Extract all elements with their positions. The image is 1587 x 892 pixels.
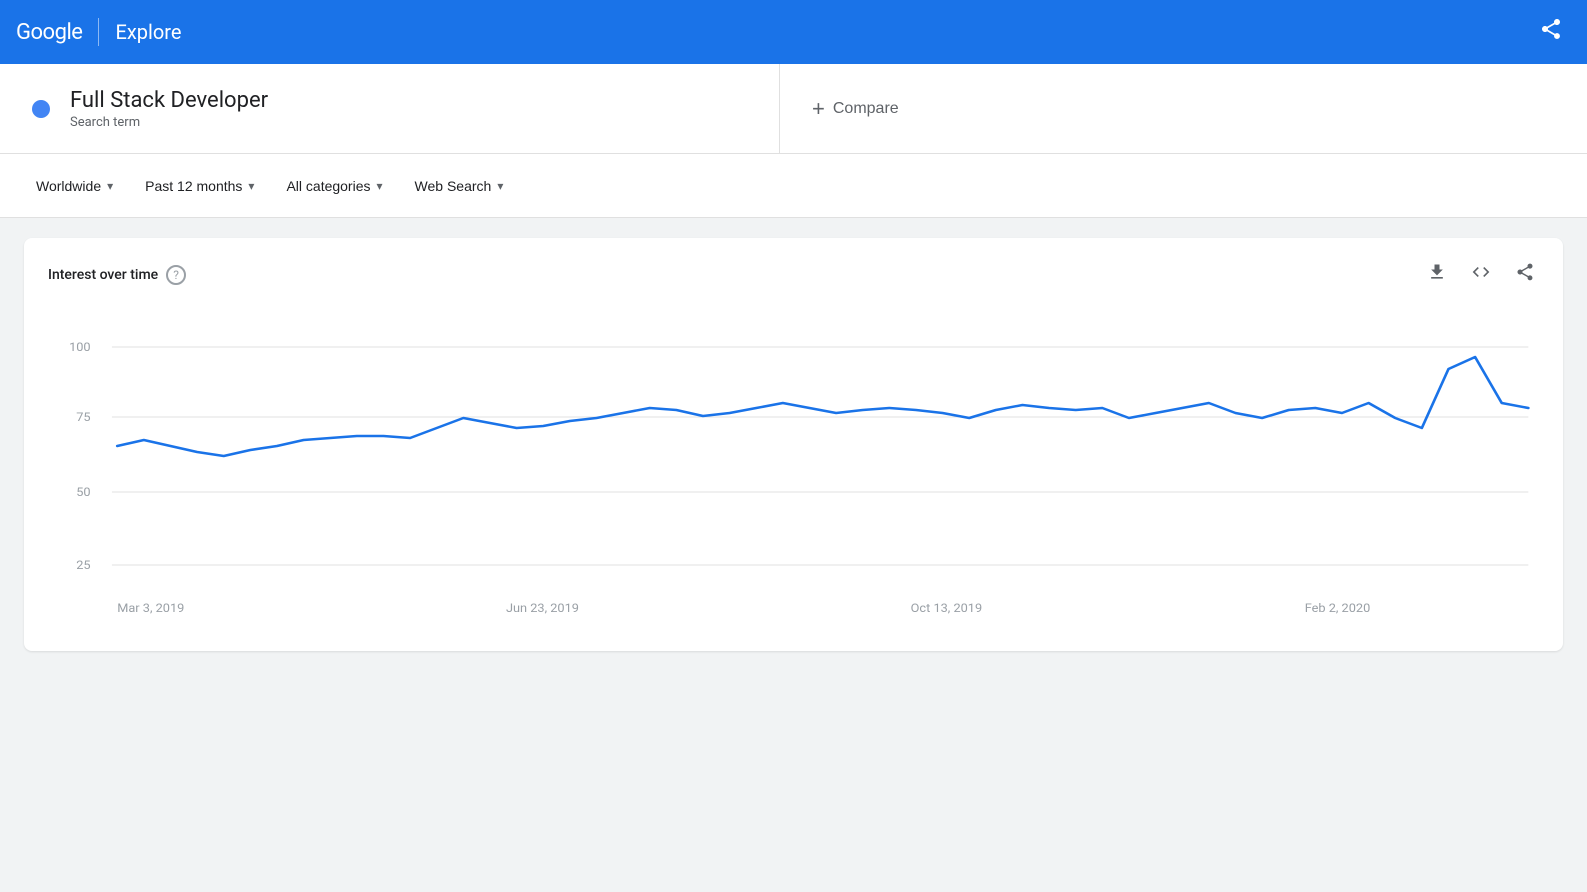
search-type-chevron-icon: ▾: [497, 179, 503, 193]
share-chart-button[interactable]: [1511, 258, 1539, 291]
embed-button[interactable]: [1467, 258, 1495, 291]
time-chevron-icon: ▾: [248, 179, 254, 193]
region-chevron-icon: ▾: [107, 179, 113, 193]
share-button[interactable]: [1531, 9, 1571, 55]
search-info: Full Stack Developer Search term: [70, 88, 268, 130]
region-label: Worldwide: [36, 178, 101, 194]
search-area: Full Stack Developer Search term + Compa…: [0, 64, 1587, 154]
line-chart-svg: 100 75 50 25 Mar 3, 2019 Jun 23, 2019 Oc…: [48, 307, 1539, 627]
category-chevron-icon: ▾: [377, 179, 383, 193]
x-label-oct: Oct 13, 2019: [911, 602, 983, 616]
page-title: Explore: [115, 20, 181, 44]
g-letter: G: [16, 20, 31, 45]
download-button[interactable]: [1423, 258, 1451, 291]
embed-icon: [1471, 262, 1491, 282]
search-type-filter[interactable]: Web Search ▾: [411, 170, 508, 202]
chart-header: Interest over time ?: [48, 258, 1539, 291]
oogle-letters: oogle: [31, 20, 83, 45]
search-term-dot: [32, 100, 50, 118]
help-question-mark: ?: [173, 268, 179, 282]
category-filter[interactable]: All categories ▾: [282, 170, 386, 202]
google-wordmark: Google: [16, 20, 82, 45]
chart-title-area: Interest over time ?: [48, 265, 186, 285]
compare-label: Compare: [833, 100, 899, 118]
interest-over-time-card: Interest over time ?: [24, 238, 1563, 651]
x-label-feb: Feb 2, 2020: [1305, 602, 1371, 616]
help-icon[interactable]: ?: [166, 265, 186, 285]
compare-button[interactable]: + Compare: [812, 88, 899, 130]
chart-title: Interest over time: [48, 267, 158, 283]
search-term-text[interactable]: Full Stack Developer: [70, 88, 268, 113]
search-right-panel: + Compare: [780, 64, 1587, 153]
x-label-jun: Jun 23, 2019: [506, 602, 579, 616]
chart-actions: [1423, 258, 1539, 291]
share-icon: [1539, 17, 1563, 41]
compare-plus-icon: +: [812, 96, 825, 122]
chart-container: 100 75 50 25 Mar 3, 2019 Jun 23, 2019 Oc…: [48, 307, 1539, 631]
search-left-panel: Full Stack Developer Search term: [0, 64, 780, 153]
y-label-100: 100: [69, 341, 91, 355]
app-header: Google Explore: [0, 0, 1587, 64]
download-icon: [1427, 262, 1447, 282]
y-label-25: 25: [76, 559, 90, 573]
main-content: Interest over time ?: [0, 218, 1587, 687]
time-range-label: Past 12 months: [145, 178, 242, 194]
region-filter[interactable]: Worldwide ▾: [32, 170, 117, 202]
search-type-label: Search term: [70, 115, 268, 130]
y-label-50: 50: [76, 486, 90, 500]
header-divider: [98, 18, 99, 46]
filters-bar: Worldwide ▾ Past 12 months ▾ All categor…: [0, 154, 1587, 218]
x-label-mar: Mar 3, 2019: [117, 602, 184, 616]
trend-line: [117, 357, 1528, 456]
share-chart-icon: [1515, 262, 1535, 282]
search-type-filter-label: Web Search: [415, 178, 492, 194]
category-label: All categories: [286, 178, 370, 194]
y-label-75: 75: [76, 411, 90, 425]
time-range-filter[interactable]: Past 12 months ▾: [141, 170, 258, 202]
logo: Google Explore: [16, 18, 181, 46]
